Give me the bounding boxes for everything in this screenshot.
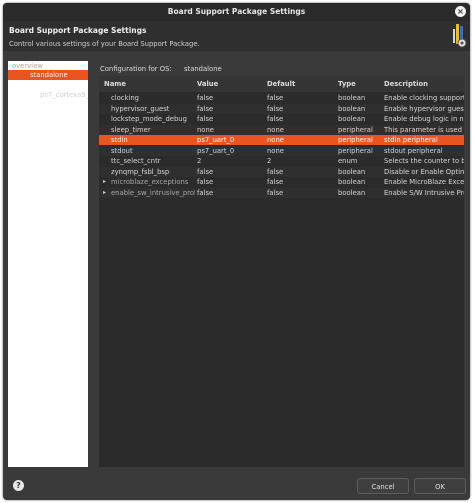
cell-name: microblaze_exceptions	[111, 178, 189, 186]
cell-name: stdin	[111, 136, 128, 144]
cell-value: ps7_uart_0	[197, 146, 235, 155]
cell-default: false	[267, 94, 284, 102]
cell-type: boolean	[338, 115, 366, 123]
cell-type: boolean	[338, 94, 366, 102]
cell-value: false	[197, 104, 214, 113]
config-line: Configuration for OS: standalone	[100, 65, 222, 73]
column-header-type[interactable]: Type	[338, 80, 356, 88]
cell-default: none	[267, 146, 284, 155]
cell-description: stdout peripheral	[384, 146, 443, 155]
table-row[interactable]: clocking false false boolean Enable clocking…	[99, 93, 464, 103]
settings-banner-icon	[453, 24, 467, 48]
window-title: Board Support Package Settings	[167, 7, 306, 16]
cell-description: Enable MicroBlaze Excepti	[384, 178, 464, 186]
cell-value: none	[197, 125, 214, 134]
config-label: Configuration for OS:	[100, 65, 172, 73]
column-header-default[interactable]: Default	[267, 80, 295, 88]
cell-type: enum	[338, 157, 358, 165]
question-icon: ?	[16, 481, 21, 490]
cell-name: zynqmp_fsbl_bsp	[111, 167, 170, 176]
help-button[interactable]: ?	[13, 480, 24, 491]
cell-default: false	[267, 188, 284, 197]
cell-type: peripheral	[338, 146, 373, 155]
header-description: Control various settings of your Board S…	[9, 40, 200, 48]
table-row[interactable]: hypervisor_guest false false boolean Enable …	[99, 103, 464, 114]
ok-button[interactable]: OK	[414, 478, 466, 494]
cell-default: none	[267, 125, 284, 134]
table-row[interactable]: ▸ microblaze_exceptions false false boolean E…	[99, 177, 464, 187]
title-bar: Board Support Package Settings ×	[3, 3, 470, 21]
table-row[interactable]: zynqmp_fsbl_bsp false false boolean Disable …	[99, 166, 464, 177]
config-os-value: standalone	[184, 65, 222, 73]
cell-type: boolean	[338, 167, 366, 176]
cell-description: Enable clocking support	[384, 94, 464, 102]
table-header: Name Value Default Type Description	[99, 76, 464, 92]
sidebar-item-standalone[interactable]: standalone	[8, 70, 88, 80]
dialog-window: Board Support Package Settings × Board S…	[3, 3, 470, 500]
column-header-name[interactable]: Name	[104, 80, 126, 88]
close-icon: ×	[457, 7, 464, 16]
cell-description: Selects the counter to be u	[384, 157, 464, 165]
cell-type: boolean	[338, 104, 366, 113]
dialog-header: Board Support Package Settings Control v…	[3, 21, 470, 51]
expand-arrow-icon[interactable]: ▸	[103, 177, 106, 187]
cell-value: false	[197, 167, 214, 176]
cell-default: none	[267, 136, 284, 144]
cell-value: 2	[197, 157, 202, 165]
table-row[interactable]: stdin ps7_uart_0 none peripheral stdin perip…	[99, 135, 464, 145]
cell-type: peripheral	[338, 125, 373, 134]
table-row[interactable]: ▸ enable_sw_intrusive_profi false false bool…	[99, 187, 464, 198]
cell-name: clocking	[111, 94, 139, 102]
cell-type: peripheral	[338, 136, 373, 144]
cell-description: stdin peripheral	[384, 136, 438, 144]
table-row[interactable]: lockstep_mode_debug false false boolean Enab…	[99, 114, 464, 124]
cell-value: false	[197, 94, 214, 102]
cell-value: false	[197, 178, 214, 186]
cell-default: false	[267, 178, 284, 186]
header-title: Board Support Package Settings	[9, 26, 147, 35]
cell-name: sleep_timer	[111, 125, 151, 134]
cell-description: Disable or Enable Optimiz	[384, 167, 464, 176]
settings-table: Name Value Default Type Description cloc…	[99, 76, 464, 467]
cell-default: false	[267, 115, 284, 123]
sidebar-tree: overview standalone ps7_cortexa9_0	[8, 61, 88, 467]
cell-value: ps7_uart_0	[197, 136, 235, 144]
cell-name: lockstep_mode_debug	[111, 115, 187, 123]
cell-description: Enable S/W Intrusive Profil	[384, 188, 464, 197]
expand-arrow-icon[interactable]: ▸	[103, 188, 106, 198]
cell-name: hypervisor_guest	[111, 104, 170, 113]
cancel-button[interactable]: Cancel	[357, 478, 409, 494]
cell-description: Enable debug logic in non-	[384, 115, 464, 123]
cell-name: ttc_select_cntr	[111, 157, 161, 165]
cell-default: 2	[267, 157, 272, 165]
cell-description: This parameter is used to s	[384, 125, 464, 134]
cell-default: false	[267, 104, 284, 113]
cell-description: Enable hypervisor guest su	[384, 104, 464, 113]
cell-name: enable_sw_intrusive_profi	[111, 188, 195, 197]
table-row[interactable]: ttc_select_cntr 2 2 enum Selects the counter…	[99, 156, 464, 166]
sidebar-item-ps7-cortexa9[interactable]: ps7_cortexa9_0	[8, 90, 88, 100]
column-header-description[interactable]: Description	[384, 80, 428, 88]
cell-name: stdout	[111, 146, 133, 155]
cell-value: false	[197, 115, 214, 123]
cell-type: boolean	[338, 178, 366, 186]
table-row[interactable]: stdout ps7_uart_0 none peripheral stdout per…	[99, 145, 464, 156]
cell-default: false	[267, 167, 284, 176]
cell-type: boolean	[338, 188, 366, 197]
column-header-value[interactable]: Value	[197, 80, 218, 88]
table-row[interactable]: sleep_timer none none peripheral This parame…	[99, 124, 464, 135]
close-button[interactable]: ×	[455, 6, 466, 17]
cell-value: false	[197, 188, 214, 197]
